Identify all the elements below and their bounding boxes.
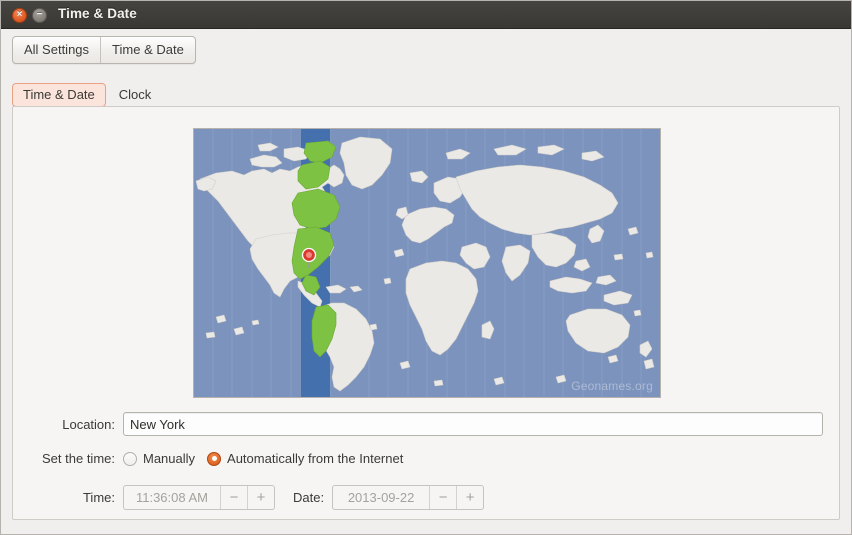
notebook: Time & Date Clock Geonames.org Location:… xyxy=(12,81,840,521)
time-spinner[interactable]: 11:36:08 AM − + xyxy=(123,485,275,510)
radio-manually-indicator[interactable] xyxy=(123,451,137,466)
tab-time-and-date[interactable]: Time & Date xyxy=(12,83,106,107)
radio-automatically-label: Automatically from the Internet xyxy=(227,451,404,466)
date-label: Date: xyxy=(293,490,325,505)
close-icon[interactable]: × xyxy=(12,8,27,23)
time-label: Time: xyxy=(82,490,115,505)
tab-strip: Time & Date Clock xyxy=(12,81,840,107)
tab-clock[interactable]: Clock xyxy=(108,83,163,107)
date-value[interactable]: 2013-09-22 xyxy=(333,486,429,509)
title-bar: × − Time & Date xyxy=(1,1,851,29)
location-input[interactable] xyxy=(123,412,823,436)
toolbar: All Settings Time & Date xyxy=(1,30,851,74)
set-time-label: Set the time: xyxy=(42,451,115,466)
date-spinner[interactable]: 2013-09-22 − + xyxy=(332,485,485,510)
date-increment-button[interactable]: + xyxy=(456,486,483,509)
minimize-icon[interactable]: − xyxy=(32,8,47,23)
time-and-date-button[interactable]: Time & Date xyxy=(100,37,195,63)
timezone-map[interactable]: Geonames.org xyxy=(193,128,661,398)
minimize-glyph: − xyxy=(36,9,43,20)
time-date-row: Time: 11:36:08 AM − + Date: 2013-09-22 −… xyxy=(13,485,841,510)
time-value[interactable]: 11:36:08 AM xyxy=(124,486,220,509)
radio-automatically-indicator[interactable] xyxy=(207,451,222,466)
time-decrement-button[interactable]: − xyxy=(220,486,247,509)
radio-manually[interactable]: Manually xyxy=(123,451,195,466)
set-time-row: Set the time: Manually Automatically fro… xyxy=(13,451,841,466)
all-settings-button[interactable]: All Settings xyxy=(13,37,100,63)
radio-automatically[interactable]: Automatically from the Internet xyxy=(207,451,403,466)
location-label: Location: xyxy=(62,416,115,432)
location-row: Location: xyxy=(13,412,841,436)
time-and-date-window: × − Time & Date All Settings Time & Date… xyxy=(0,0,852,535)
window-title: Time & Date xyxy=(58,6,137,21)
close-glyph: × xyxy=(16,9,23,20)
breadcrumb-button-group: All Settings Time & Date xyxy=(12,36,196,64)
tab-panel-time-and-date: Geonames.org Location: Set the time: Man… xyxy=(12,106,840,520)
date-decrement-button[interactable]: − xyxy=(429,486,456,509)
world-map-graphic xyxy=(194,129,660,397)
radio-manually-label: Manually xyxy=(143,451,196,466)
time-increment-button[interactable]: + xyxy=(247,486,274,509)
